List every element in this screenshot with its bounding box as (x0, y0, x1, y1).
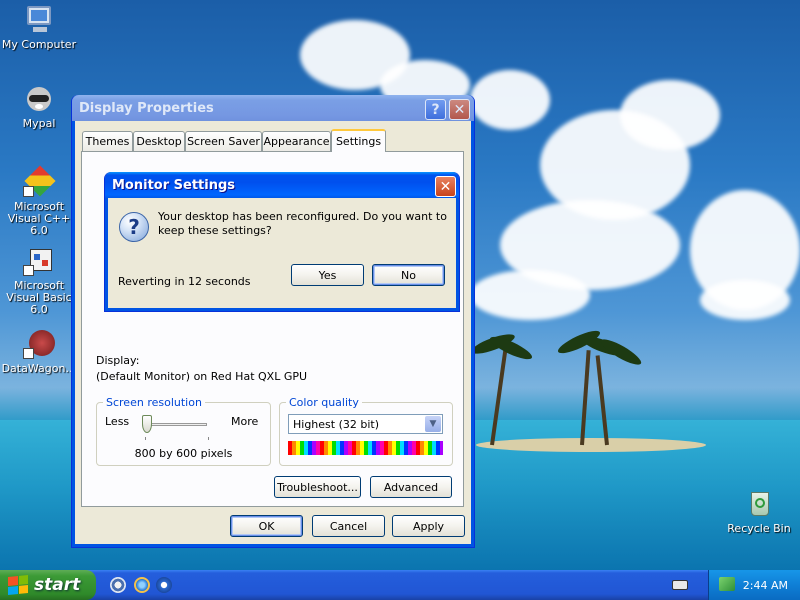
cloud (470, 70, 550, 130)
button-label: Cancel (329, 519, 368, 533)
tab-label: Settings (335, 135, 382, 148)
resolution-value: 800 by 600 pixels (134, 447, 233, 460)
tab-label: Desktop (136, 135, 182, 148)
tab-desktop[interactable]: Desktop (133, 131, 185, 151)
desktop-icon-label: Recycle Bin (727, 522, 791, 535)
screen-resolution-group: Screen resolution Less More 800 by 600 p… (96, 396, 271, 466)
color-spectrum-bar (288, 441, 443, 455)
quick-launch-settings-icon[interactable] (110, 577, 126, 593)
keyboard-icon[interactable] (672, 580, 688, 590)
tab-settings[interactable]: Settings (331, 129, 386, 152)
tab-label: Appearance (263, 135, 330, 148)
color-quality-select[interactable]: Highest (32 bit) ▼ (288, 414, 443, 434)
desktop-icon-mypal[interactable]: Mypal (1, 83, 77, 130)
taskbar: start 2:44 AM (0, 570, 800, 600)
clock[interactable]: 2:44 AM (743, 579, 788, 592)
system-tray: 2:44 AM (708, 570, 800, 600)
display-value: (Default Monitor) on Red Hat QXL GPU (96, 370, 308, 383)
advanced-button[interactable]: Advanced (370, 476, 452, 498)
help-icon: ? (431, 101, 440, 118)
tab-screen-saver[interactable]: Screen Saver (185, 131, 262, 151)
quick-launch-ie-icon[interactable] (134, 577, 150, 593)
color-quality-group: Color quality Highest (32 bit) ▼ (279, 396, 453, 466)
desktop-icon-recycle-bin[interactable]: Recycle Bin (721, 488, 797, 535)
button-label: No (401, 268, 416, 282)
cancel-button[interactable]: Cancel (312, 515, 385, 537)
desktop-icon-visual-cpp[interactable]: Microsoft Visual C++ 6.0 (1, 165, 77, 237)
dialog-close-button[interactable]: ✕ (435, 176, 456, 197)
resolution-slider-ticks (145, 437, 209, 440)
tab-label: Themes (85, 135, 130, 148)
question-icon: ? (119, 212, 149, 242)
display-properties-window: Display Properties ? ✕ Themes Desktop Sc… (71, 95, 475, 548)
monitor-settings-dialog: Monitor Settings ✕ ? Your desktop has be… (104, 172, 460, 312)
display-label: Display: (96, 354, 140, 367)
computer-icon (23, 4, 55, 36)
close-button[interactable]: ✕ (449, 99, 470, 120)
display-properties-titlebar[interactable]: Display Properties (72, 95, 474, 121)
close-icon: ✕ (453, 101, 466, 118)
screen-resolution-legend: Screen resolution (103, 396, 205, 409)
tab-strip: Themes Desktop Screen Saver Appearance S… (82, 129, 462, 153)
button-label: Yes (318, 268, 337, 282)
datawagon-icon (23, 328, 55, 360)
no-button[interactable]: No (372, 264, 445, 286)
button-label: Apply (412, 519, 445, 533)
start-button[interactable]: start (0, 570, 96, 600)
visual-basic-icon (23, 245, 55, 277)
less-label: Less (105, 415, 130, 428)
help-button[interactable]: ? (425, 99, 446, 120)
dialog-title: Monitor Settings (112, 177, 236, 193)
more-label: More (231, 415, 259, 428)
desktop-icon-label: Microsoft Visual C++ 6.0 (7, 200, 71, 237)
tab-label: Screen Saver (187, 135, 260, 148)
troubleshoot-button[interactable]: Troubleshoot... (274, 476, 361, 498)
button-label: OK (258, 519, 275, 533)
cloud (470, 270, 590, 320)
color-quality-legend: Color quality (286, 396, 362, 409)
close-icon: ✕ (439, 178, 452, 195)
recycle-bin-icon (743, 488, 775, 520)
raccoon-icon (23, 83, 55, 115)
window-title: Display Properties (79, 100, 214, 116)
desktop-icon-label: DataWagon… (1, 362, 77, 375)
button-label: Troubleshoot... (277, 480, 358, 494)
start-label: start (34, 575, 81, 595)
resolution-slider-thumb[interactable] (142, 415, 152, 433)
tab-appearance[interactable]: Appearance (262, 131, 331, 151)
network-icon[interactable] (719, 577, 735, 591)
tab-themes[interactable]: Themes (82, 131, 133, 151)
desktop-icon-label: Microsoft Visual Basic 6.0 (6, 279, 72, 316)
windows-logo-icon (8, 574, 28, 596)
ok-button[interactable]: OK (230, 515, 303, 537)
quick-launch-media-player-icon[interactable] (156, 577, 172, 593)
desktop-icon-label: Mypal (22, 117, 56, 130)
dialog-message: Your desktop has been reconfigured. Do y… (158, 210, 447, 237)
cloud (620, 80, 720, 150)
visual-cpp-icon (23, 165, 56, 198)
resolution-slider-track[interactable] (143, 423, 207, 426)
desktop-icon-my-computer[interactable]: My Computer (1, 4, 77, 51)
monitor-settings-titlebar[interactable]: Monitor Settings (105, 172, 459, 198)
color-quality-value: Highest (32 bit) (293, 417, 380, 431)
chevron-down-icon[interactable]: ▼ (425, 416, 441, 432)
desktop-icon-label: My Computer (1, 38, 77, 51)
desktop-icon-datawagon[interactable]: DataWagon… (1, 328, 77, 375)
apply-button[interactable]: Apply (392, 515, 465, 537)
button-label: Advanced (383, 480, 439, 494)
cloud (700, 280, 790, 320)
yes-button[interactable]: Yes (291, 264, 364, 286)
island (476, 438, 706, 452)
desktop-icon-visual-basic[interactable]: Microsoft Visual Basic 6.0 (1, 245, 77, 316)
countdown-text: Reverting in 12 seconds (118, 275, 251, 288)
